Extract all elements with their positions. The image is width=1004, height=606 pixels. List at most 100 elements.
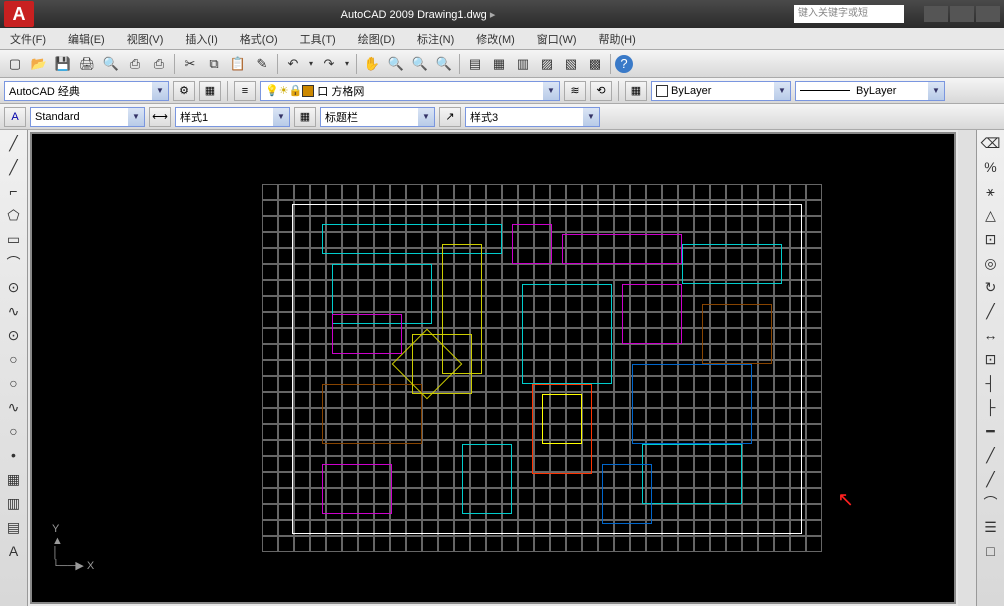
scrollbar-vertical[interactable] <box>958 130 976 606</box>
modify-tool-5[interactable]: ◎ <box>980 252 1002 274</box>
draw-tool-1[interactable]: ╱ <box>3 156 25 178</box>
sheet-icon[interactable]: ▦ <box>488 53 510 75</box>
open-icon[interactable]: 📂 <box>28 53 50 75</box>
linetype-combo[interactable]: ByLayer ▼ <box>795 81 945 101</box>
modify-tool-15[interactable]: ⌒ <box>980 492 1002 514</box>
modify-tool-14[interactable]: ╱ <box>980 468 1002 490</box>
toolpal-icon[interactable]: ▨ <box>536 53 558 75</box>
draw-tool-15[interactable]: ▥ <box>3 492 25 514</box>
properties-icon[interactable]: ▤ <box>464 53 486 75</box>
chevron-down-icon[interactable]: ▼ <box>128 108 144 126</box>
chevron-down-icon[interactable]: ▼ <box>152 82 168 100</box>
draw-tool-2[interactable]: ⌐ <box>3 180 25 202</box>
layer-states-icon[interactable]: ≡ <box>234 81 256 101</box>
app-logo[interactable]: A <box>4 1 34 27</box>
redo-icon[interactable]: ↷ <box>318 53 340 75</box>
draw-tool-8[interactable]: ⊙ <box>3 324 25 346</box>
draw-tool-0[interactable]: ╱ <box>3 132 25 154</box>
menu-edit[interactable]: 编辑(E) <box>64 29 109 49</box>
undo-icon[interactable]: ↶ <box>282 53 304 75</box>
color-control-icon[interactable]: ▦ <box>625 81 647 101</box>
menu-file[interactable]: 文件(F) <box>6 29 50 49</box>
preview-icon[interactable]: 🔍 <box>100 53 122 75</box>
workspace-settings-icon[interactable]: ⚙ <box>173 81 195 101</box>
chevron-down-icon[interactable]: ▼ <box>273 108 289 126</box>
search-input[interactable]: 键入关键字或短 <box>794 5 904 23</box>
close-button[interactable] <box>976 6 1000 22</box>
chevron-down-icon[interactable]: ▼ <box>774 82 790 100</box>
draw-tool-10[interactable]: ○ <box>3 372 25 394</box>
zoom-rt-icon[interactable]: 🔍 <box>385 53 407 75</box>
paste-icon[interactable]: 📋 <box>227 53 249 75</box>
save-icon[interactable]: 💾 <box>52 53 74 75</box>
pan-icon[interactable]: ✋ <box>361 53 383 75</box>
draw-tool-17[interactable]: A <box>3 540 25 562</box>
calc-icon[interactable]: ▩ <box>584 53 606 75</box>
zoom-win-icon[interactable]: 🔍 <box>409 53 431 75</box>
cut-icon[interactable]: ✂ <box>179 53 201 75</box>
chevron-down-icon[interactable]: ▼ <box>583 108 599 126</box>
draw-tool-9[interactable]: ○ <box>3 348 25 370</box>
modify-tool-6[interactable]: ↻ <box>980 276 1002 298</box>
table-style-icon[interactable]: ▦ <box>294 107 316 127</box>
menu-draw[interactable]: 绘图(D) <box>354 29 399 49</box>
plot-icon[interactable]: ⎙ <box>148 53 170 75</box>
modify-tool-9[interactable]: ⊡ <box>980 348 1002 370</box>
modify-tool-4[interactable]: ⊡ <box>980 228 1002 250</box>
layer-manager-icon[interactable]: ≋ <box>564 81 586 101</box>
menu-view[interactable]: 视图(V) <box>123 29 168 49</box>
menu-window[interactable]: 窗口(W) <box>533 29 581 49</box>
publish-icon[interactable]: ⎙ <box>124 53 146 75</box>
table-style-combo[interactable]: 标题栏 ▼ <box>320 107 435 127</box>
text-style-icon[interactable]: A <box>4 107 26 127</box>
draw-tool-6[interactable]: ⊙ <box>3 276 25 298</box>
dim-style-icon[interactable]: ⟷ <box>149 107 171 127</box>
redo-drop-icon[interactable]: ▾ <box>342 53 352 75</box>
modify-tool-7[interactable]: ╱ <box>980 300 1002 322</box>
print-icon[interactable]: 🖨 <box>76 53 98 75</box>
dim-style-combo[interactable]: 样式1 ▼ <box>175 107 290 127</box>
help-icon[interactable]: ? <box>615 55 633 73</box>
draw-tool-5[interactable]: ⌒ <box>3 252 25 274</box>
menu-insert[interactable]: 插入(I) <box>181 29 221 49</box>
modify-tool-10[interactable]: ┤ <box>980 372 1002 394</box>
draw-tool-3[interactable]: ⬠ <box>3 204 25 226</box>
mleader-style-icon[interactable]: ↗ <box>439 107 461 127</box>
modify-tool-8[interactable]: ↔ <box>980 324 1002 346</box>
maximize-button[interactable] <box>950 6 974 22</box>
layer-combo[interactable]: 💡 ☀ 🔒 口 方格网 ▼ <box>260 81 560 101</box>
modify-tool-3[interactable]: △ <box>980 204 1002 226</box>
modify-tool-1[interactable]: % <box>980 156 1002 178</box>
draw-tool-16[interactable]: ▤ <box>3 516 25 538</box>
menu-format[interactable]: 格式(O) <box>236 29 282 49</box>
modify-tool-17[interactable]: □ <box>980 540 1002 562</box>
workspace-lock-icon[interactable]: ▦ <box>199 81 221 101</box>
workspace-combo[interactable]: AutoCAD 经典 ▼ <box>4 81 169 101</box>
chevron-down-icon[interactable]: ▼ <box>928 82 944 100</box>
modify-tool-16[interactable]: ☰ <box>980 516 1002 538</box>
modify-tool-2[interactable]: ⚹ <box>980 180 1002 202</box>
draw-tool-13[interactable]: • <box>3 444 25 466</box>
modify-tool-0[interactable]: ⌫ <box>980 132 1002 154</box>
text-style-combo[interactable]: Standard ▼ <box>30 107 145 127</box>
color-combo[interactable]: ByLayer ▼ <box>651 81 791 101</box>
match-icon[interactable]: ✎ <box>251 53 273 75</box>
markup-icon[interactable]: ▧ <box>560 53 582 75</box>
copy-icon[interactable]: ⧉ <box>203 53 225 75</box>
modify-tool-11[interactable]: ├ <box>980 396 1002 418</box>
menu-dimension[interactable]: 标注(N) <box>413 29 458 49</box>
menu-tools[interactable]: 工具(T) <box>296 29 340 49</box>
new-icon[interactable]: ▢ <box>4 53 26 75</box>
drawing-canvas[interactable]: Y ▲│└──▶ X ↖ <box>30 132 956 604</box>
modify-tool-13[interactable]: ╱ <box>980 444 1002 466</box>
draw-tool-11[interactable]: ∿ <box>3 396 25 418</box>
draw-tool-4[interactable]: ▭ <box>3 228 25 250</box>
chevron-down-icon[interactable]: ▼ <box>418 108 434 126</box>
menu-modify[interactable]: 修改(M) <box>472 29 519 49</box>
layer-prev-icon[interactable]: ⟲ <box>590 81 612 101</box>
design-icon[interactable]: ▥ <box>512 53 534 75</box>
zoom-prev-icon[interactable]: 🔍 <box>433 53 455 75</box>
draw-tool-12[interactable]: ○ <box>3 420 25 442</box>
minimize-button[interactable] <box>924 6 948 22</box>
draw-tool-7[interactable]: ∿ <box>3 300 25 322</box>
